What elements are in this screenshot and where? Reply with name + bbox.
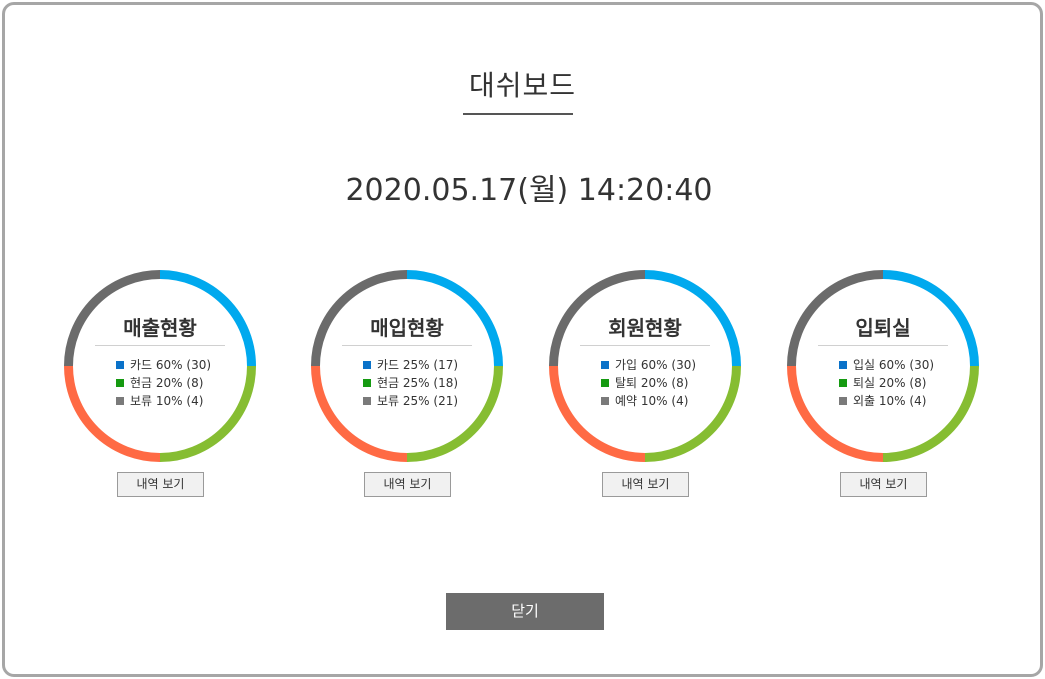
legend-label: 가입 60% (30) [615,358,697,372]
legend-label: 예약 10% (4) [615,394,689,408]
card-legend: 입실 60% (30) 퇴실 20% (8) 외출 10% (4) [839,356,934,410]
card-divider [342,345,472,346]
legend-swatch-blue [363,361,371,369]
view-details-button[interactable]: 내역 보기 [602,472,689,497]
card-title: 회원현황 [608,316,682,340]
legend-label: 카드 25% (17) [377,358,459,372]
legend-label: 보류 25% (21) [377,394,459,408]
page-title: 대쉬보드 [468,69,577,102]
card-title: 매출현황 [123,316,197,340]
legend-swatch-blue [116,361,124,369]
card-title: 매입현황 [370,316,444,340]
legend-label: 보류 10% (4) [130,394,204,408]
legend-item: 가입 60% (30) [601,356,696,374]
card-legend: 카드 25% (17) 현금 25% (18) 보류 25% (21) [363,356,458,410]
legend-swatch-blue [839,361,847,369]
purchase-status-card: 매입현황 카드 25% (17) 현금 25% (18) 보류 25% (21)… [309,268,505,500]
sales-status-card: 매출현황 카드 60% (30) 현금 20% (8) 보류 10% (4) 내… [62,268,258,500]
legend-label: 탈퇴 20% (8) [615,376,689,390]
card-divider [580,345,710,346]
legend-label: 퇴실 20% (8) [853,376,927,390]
view-details-button[interactable]: 내역 보기 [364,472,451,497]
legend-item: 예약 10% (4) [601,392,696,410]
card-divider [818,345,948,346]
legend-item: 외출 10% (4) [839,392,934,410]
view-details-button[interactable]: 내역 보기 [840,472,927,497]
legend-swatch-gray [839,397,847,405]
legend-item: 카드 25% (17) [363,356,458,374]
legend-label: 현금 25% (18) [377,376,459,390]
card-legend: 가입 60% (30) 탈퇴 20% (8) 예약 10% (4) [601,356,696,410]
card-legend: 카드 60% (30) 현금 20% (8) 보류 10% (4) [116,356,211,410]
legend-item: 카드 60% (30) [116,356,211,374]
legend-item: 현금 25% (18) [363,374,458,392]
legend-swatch-blue [601,361,609,369]
legend-label: 카드 60% (30) [130,358,212,372]
current-datetime: 2020.05.17(월) 14:20:40 [345,173,713,208]
legend-item: 보류 25% (21) [363,392,458,410]
legend-label: 현금 20% (8) [130,376,204,390]
legend-swatch-gray [116,397,124,405]
legend-item: 현금 20% (8) [116,374,211,392]
card-title: 입퇴실 [855,316,911,340]
legend-swatch-green [363,379,371,387]
legend-swatch-gray [601,397,609,405]
legend-label: 외출 10% (4) [853,394,927,408]
view-details-button[interactable]: 내역 보기 [117,472,204,497]
legend-item: 입실 60% (30) [839,356,934,374]
close-button[interactable]: 닫기 [446,593,604,630]
card-divider [95,345,225,346]
legend-item: 보류 10% (4) [116,392,211,410]
member-status-card: 회원현황 가입 60% (30) 탈퇴 20% (8) 예약 10% (4) 내… [547,268,743,500]
legend-swatch-green [116,379,124,387]
legend-swatch-green [601,379,609,387]
legend-swatch-green [839,379,847,387]
legend-swatch-gray [363,397,371,405]
legend-label: 입실 60% (30) [853,358,935,372]
title-underline [463,113,573,115]
legend-item: 퇴실 20% (8) [839,374,934,392]
legend-item: 탈퇴 20% (8) [601,374,696,392]
checkin-status-card: 입퇴실 입실 60% (30) 퇴실 20% (8) 외출 10% (4) 내역… [785,268,981,500]
